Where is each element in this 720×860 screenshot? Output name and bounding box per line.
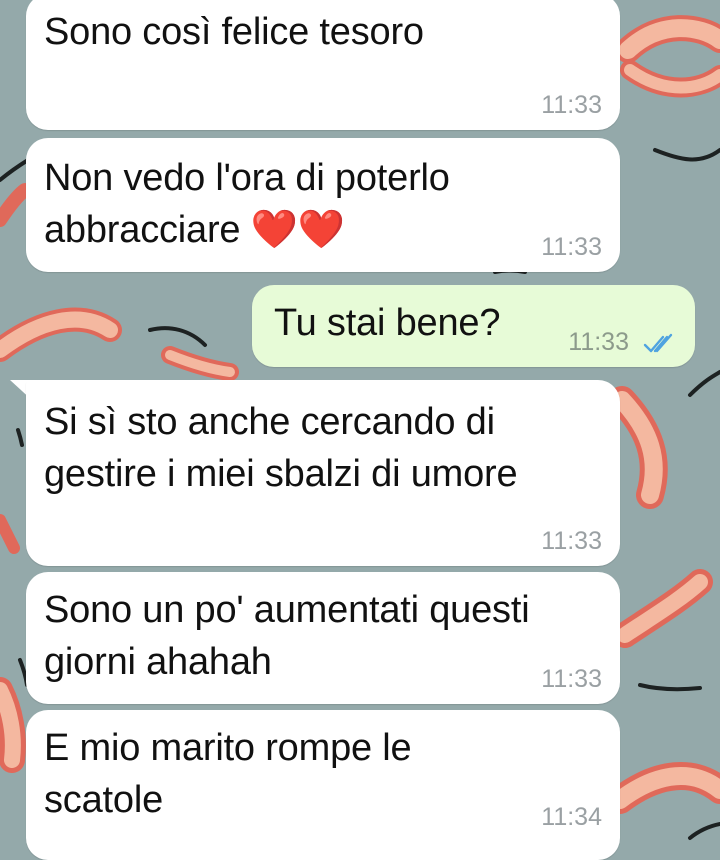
message-text: Si sì sto anche cercando di gestire i mi… bbox=[44, 401, 518, 495]
message-bubble-incoming[interactable]: Sono così felice tesoro 11:33 bbox=[26, 0, 620, 130]
message-text: Non vedo l'ora di poterlo abbracciare ❤️… bbox=[44, 157, 450, 251]
message-time: 11:33 bbox=[541, 527, 602, 555]
message-text: Tu stai bene? bbox=[274, 302, 501, 344]
message-text: E mio marito rompe le scatole bbox=[44, 727, 412, 821]
message-bubble-incoming[interactable]: Non vedo l'ora di poterlo abbracciare ❤️… bbox=[26, 138, 620, 272]
message-time: 11:34 bbox=[541, 803, 602, 831]
message-bubble-incoming[interactable]: Sono un po' aumentati questi giorni ahah… bbox=[26, 572, 620, 704]
double-check-icon bbox=[643, 333, 673, 353]
message-time: 11:33 bbox=[568, 328, 629, 356]
message-time: 11:33 bbox=[541, 91, 602, 119]
message-bubble-incoming[interactable]: Si sì sto anche cercando di gestire i mi… bbox=[26, 380, 620, 566]
message-time: 11:33 bbox=[541, 233, 602, 261]
message-text: Sono così felice tesoro bbox=[44, 11, 424, 53]
message-text: Sono un po' aumentati questi giorni ahah… bbox=[44, 589, 530, 683]
message-time: 11:33 bbox=[541, 665, 602, 693]
message-bubble-outgoing[interactable]: Tu stai bene? 11:33 bbox=[252, 285, 695, 367]
message-bubble-incoming[interactable]: E mio marito rompe le scatole 11:34 bbox=[26, 710, 620, 860]
